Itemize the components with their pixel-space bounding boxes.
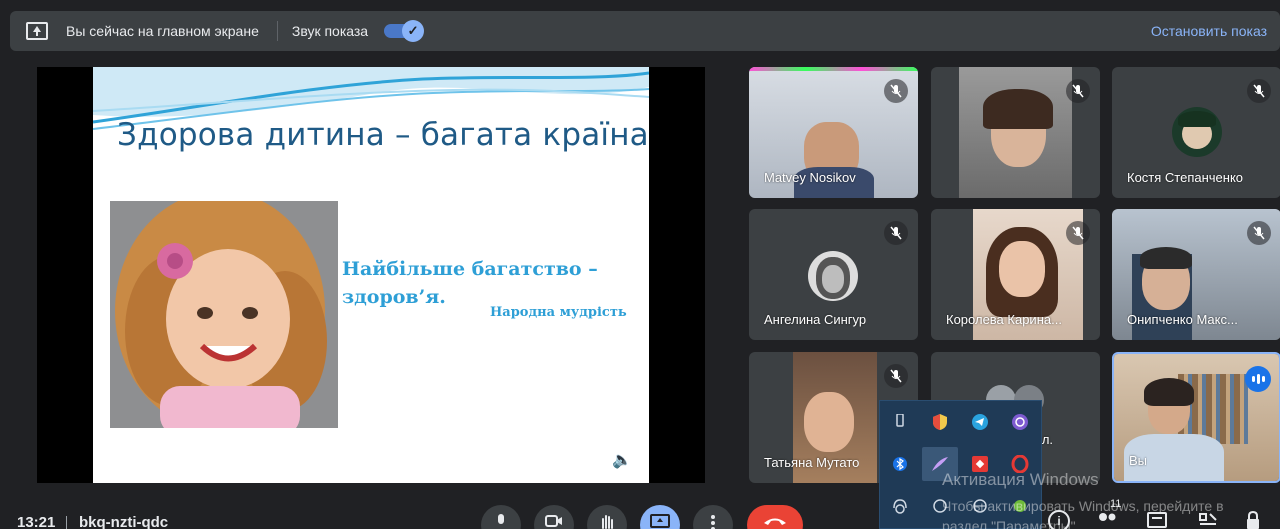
participant-tile[interactable]: Matvey Nosikov <box>749 67 918 198</box>
end-call-icon <box>764 518 786 525</box>
participant-tile[interactable]: Королева Карина... <box>931 209 1100 340</box>
participant-name: Matvey Nosikov <box>764 170 856 185</box>
participant-tile-self[interactable]: Вы <box>1112 352 1280 483</box>
speaker-icon[interactable]: 🔈 <box>612 450 632 470</box>
mic-button[interactable] <box>481 505 521 529</box>
presentation-audio-label: Звук показа <box>291 23 369 39</box>
bluetooth-icon[interactable] <box>882 447 918 481</box>
camera-icon <box>545 515 562 527</box>
quote-author: Народна мудрість <box>490 305 627 320</box>
speaking-indicator-icon <box>1245 366 1271 392</box>
more-icon <box>711 515 715 529</box>
participant-tile[interactable]: Костя Степанченко <box>1112 67 1280 198</box>
participant-name: Татьяна Мутато <box>764 455 860 470</box>
stop-presenting-button[interactable]: Остановить показ <box>1151 23 1267 39</box>
present-button[interactable] <box>640 505 680 529</box>
chat-icon <box>1147 512 1167 528</box>
participant-hair <box>983 89 1053 129</box>
quote-line-1: Найбільше багатство – <box>342 258 598 280</box>
info-icon[interactable]: i <box>1048 510 1070 529</box>
activation-watermark-title: Активация Windows <box>942 470 1099 489</box>
mic-off-icon <box>1066 221 1090 245</box>
participant-hair <box>1140 247 1192 269</box>
viber-icon[interactable] <box>1002 405 1038 439</box>
telegram-icon[interactable] <box>962 405 998 439</box>
shield-icon[interactable] <box>922 405 958 439</box>
end-call-button[interactable] <box>747 505 803 529</box>
presentation-stage: Здорова дитина – багата країна Найбільше… <box>37 67 705 483</box>
meeting-clock: 13:21 <box>17 514 56 529</box>
slide-quote: Найбільше багатство – здоров’я. <box>342 255 642 311</box>
participant-name: Королева Карина... <box>946 312 1062 327</box>
participant-count: 11 <box>1110 498 1122 510</box>
people-button[interactable]: 11 <box>1096 498 1121 529</box>
check-icon: ✓ <box>402 20 425 42</box>
participant-name: Ангелина Сингур <box>764 312 867 327</box>
slide-title: Здорова дитина – багата країна <box>117 117 649 153</box>
divider <box>66 516 67 529</box>
usb-icon[interactable] <box>882 405 918 439</box>
bottom-control-bar: 13:21 bkq-nzti-qdc i 11 <box>0 498 1280 529</box>
participant-tile[interactable]: Онипченко Макс... <box>1112 209 1280 340</box>
participant-face-front <box>999 241 1045 297</box>
divider <box>276 21 278 41</box>
participant-tile[interactable]: Ангелина Сингур <box>749 209 918 340</box>
mic-off-icon <box>884 79 908 103</box>
avatar <box>1172 107 1222 157</box>
participant-name: Онипченко Макс... <box>1127 312 1238 327</box>
host-controls-button[interactable] <box>1245 510 1261 529</box>
meet-window: Вы сейчас на главном экране Звук показа … <box>0 0 1280 529</box>
presenting-status: Вы сейчас на главном экране <box>66 23 259 39</box>
participant-name: Вы <box>1129 453 1148 468</box>
mic-off-icon <box>884 221 908 245</box>
presenting-bar: Вы сейчас на главном экране Звук показа … <box>10 11 1280 51</box>
mic-off-icon <box>1247 221 1271 245</box>
activities-button[interactable] <box>1198 512 1218 529</box>
slide: Здорова дитина – багата країна Найбільше… <box>93 67 649 483</box>
hand-icon <box>602 515 613 529</box>
mic-off-icon <box>1066 79 1090 103</box>
raise-hand-button[interactable] <box>587 505 627 529</box>
presentation-audio-toggle[interactable]: ✓ <box>384 20 425 42</box>
meeting-code: bkq-nzti-qdc <box>79 514 169 529</box>
video-artifact <box>749 67 918 71</box>
present-to-all-icon <box>26 22 48 40</box>
participant-face <box>804 392 854 452</box>
avatar <box>808 251 858 301</box>
participant-name: Костя Степанченко <box>1127 170 1244 185</box>
present-icon <box>650 514 670 528</box>
more-options-button[interactable] <box>693 505 733 529</box>
participant-tile[interactable] <box>931 67 1100 198</box>
mic-icon <box>498 514 504 524</box>
participant-hair <box>1144 378 1194 406</box>
slide-photo <box>110 201 338 428</box>
activities-icon <box>1199 513 1217 525</box>
lock-icon <box>1247 510 1259 529</box>
mic-off-icon <box>1247 79 1271 103</box>
camera-button[interactable] <box>534 505 574 529</box>
mic-off-icon <box>884 364 908 388</box>
chat-button[interactable] <box>1147 512 1167 529</box>
people-icon <box>1099 513 1116 521</box>
